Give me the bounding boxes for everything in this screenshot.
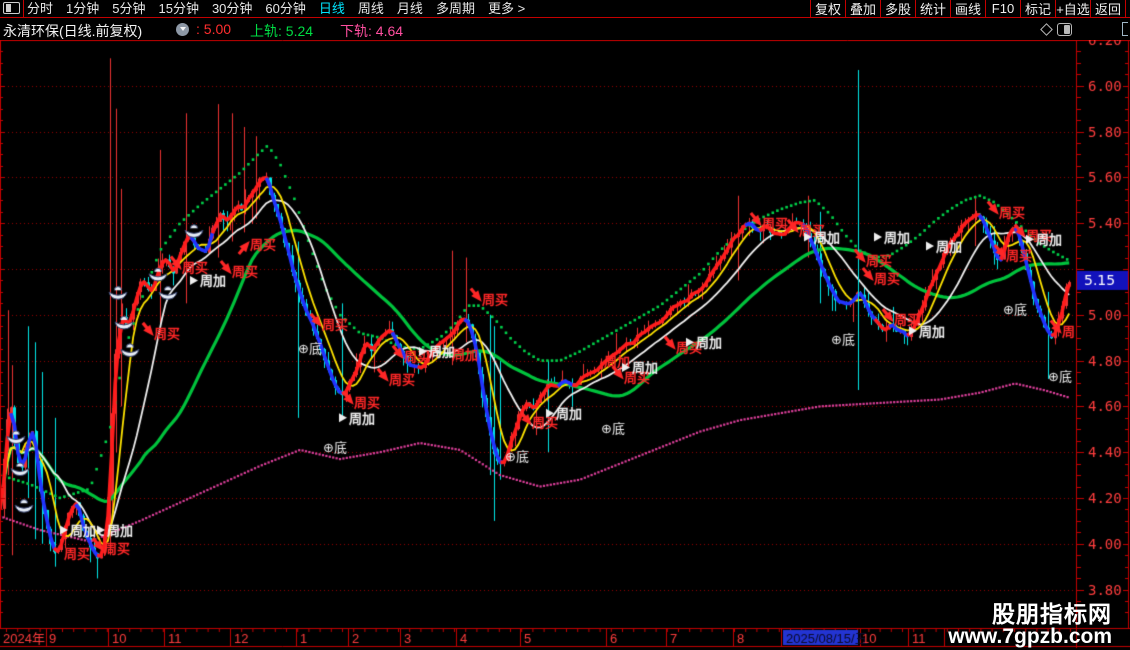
- menu-item-overlay[interactable]: 叠加: [845, 0, 880, 17]
- watermark-url: www.7gpzb.com: [948, 624, 1112, 648]
- menu-item-more[interactable]: 更多 >: [488, 0, 525, 17]
- app-window: 分时 1分钟 5分钟 15分钟 30分钟 60分钟 日线 周线 月线 多周期 更多 > 复权 叠加 多股…: [0, 0, 1130, 650]
- chevron-down-icon[interactable]: [176, 23, 189, 36]
- menu-item-multi-stock[interactable]: 多股: [880, 0, 915, 17]
- menu-item-daily[interactable]: 日线: [319, 0, 345, 17]
- lower-band-value: 下轨: 4.64: [340, 23, 404, 39]
- top-menubar: 分时 1分钟 5分钟 15分钟 30分钟 60分钟 日线 周线 月线 多周期 更多 > 复权 叠加 多股…: [0, 0, 1130, 18]
- menu-item-statistics[interactable]: 统计: [915, 0, 950, 17]
- menu-item-15min[interactable]: 15分钟: [158, 0, 198, 17]
- stock-title: 永清环保(日线.前复权): [3, 23, 143, 39]
- menu-item-draw-line[interactable]: 画线: [950, 0, 985, 17]
- menu-item-back[interactable]: 返回: [1090, 0, 1126, 17]
- watermark-site-name: 股朋指标网: [992, 600, 1112, 627]
- menu-item-5min[interactable]: 5分钟: [112, 0, 145, 17]
- menu-item-60min[interactable]: 60分钟: [265, 0, 305, 17]
- menu-item-add-watchlist[interactable]: +自选: [1055, 0, 1090, 17]
- layout-icon[interactable]: [3, 2, 20, 14]
- corner-bracket-icon: [1122, 22, 1128, 36]
- menu-item-weekly[interactable]: 周线: [358, 0, 384, 17]
- menu-item-30min[interactable]: 30分钟: [212, 0, 252, 17]
- menu-item-mark[interactable]: 标记: [1020, 0, 1055, 17]
- period-menu: 分时 1分钟 5分钟 15分钟 30分钟 60分钟 日线 周线 月线 多周期 更多 >: [27, 0, 525, 17]
- menu-item-monthly[interactable]: 月线: [397, 0, 423, 17]
- indicator-value: : 5.00: [196, 21, 232, 37]
- menu-item-multi-period[interactable]: 多周期: [436, 0, 475, 17]
- diamond-icon[interactable]: [1040, 23, 1053, 36]
- info-bar: 永清环保(日线.前复权) : 5.00 上轨: 5.24 下轨: 4.64: [0, 18, 1130, 40]
- split-view-icon[interactable]: [1057, 23, 1072, 36]
- menu-item-f10[interactable]: F10: [985, 0, 1020, 17]
- menu-item-timeshare[interactable]: 分时: [27, 0, 53, 17]
- menubar-divider: [23, 0, 24, 17]
- upper-band-value: 上轨: 5.24: [250, 23, 314, 39]
- menu-item-1min[interactable]: 1分钟: [66, 0, 99, 17]
- menu-item-restore-rights[interactable]: 复权: [810, 0, 845, 17]
- candlestick-chart[interactable]: [0, 40, 1130, 650]
- tools-menu: 复权 叠加 多股 统计 画线 F10 标记 +自选 返回: [810, 0, 1126, 17]
- watermark: 股朋指标网 www.7gpzb.com: [948, 602, 1112, 648]
